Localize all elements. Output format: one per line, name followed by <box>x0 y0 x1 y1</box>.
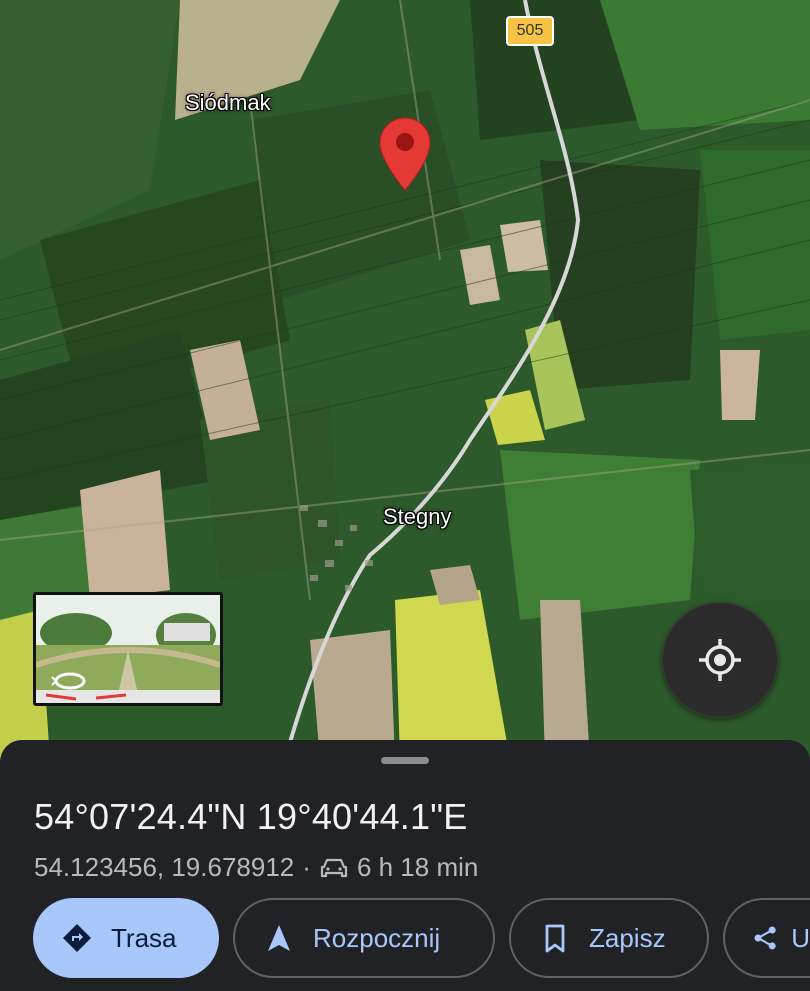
directions-icon <box>63 924 91 952</box>
save-button[interactable]: Zapisz <box>509 898 709 978</box>
place-label-siodmak[interactable]: Siódmak <box>185 90 271 116</box>
start-button-label: Rozpocznij <box>313 922 441 953</box>
satellite-map[interactable]: 505 Siódmak Stegny <box>0 0 810 760</box>
place-label-stegny[interactable]: Stegny <box>383 504 452 530</box>
directions-button[interactable]: Trasa <box>33 898 219 978</box>
street-view-360-icon <box>36 595 220 703</box>
dropped-pin-icon[interactable] <box>378 116 432 192</box>
separator-dot: · <box>302 852 311 882</box>
navigation-arrow-icon <box>268 925 290 951</box>
share-button[interactable]: U <box>723 898 810 978</box>
share-icon <box>754 926 776 950</box>
my-location-button[interactable] <box>662 602 778 718</box>
drive-time: 6 h 18 min <box>356 852 479 882</box>
my-location-icon <box>699 639 741 681</box>
car-icon <box>320 858 348 877</box>
street-view-thumbnail[interactable] <box>33 592 223 706</box>
coordinates-decimal: 54.123456, 19.678912 <box>34 852 295 882</box>
share-button-label: U <box>791 922 810 953</box>
directions-button-label: Trasa <box>111 922 177 953</box>
road-number-shield: 505 <box>506 16 554 46</box>
save-button-label: Zapisz <box>589 922 666 953</box>
bookmark-icon <box>545 924 565 953</box>
drag-handle[interactable] <box>381 757 429 764</box>
place-bottom-sheet[interactable]: 54°07'24.4"N 19°40'44.1"E 54.123456, 19.… <box>0 740 810 991</box>
start-navigation-button[interactable]: Rozpocznij <box>233 898 495 978</box>
coordinates-dms: 54°07'24.4"N 19°40'44.1"E <box>34 796 468 837</box>
place-subtitle: 54.123456, 19.678912 · 6 h 18 min <box>34 852 478 883</box>
